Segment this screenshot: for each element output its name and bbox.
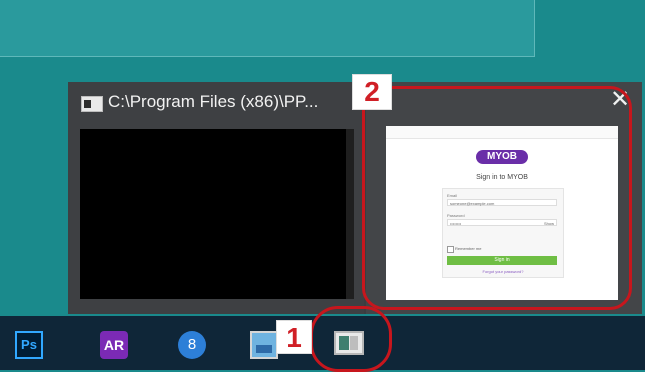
ar-app-icon[interactable]: AR [100, 331, 128, 359]
thumbnail-console-window[interactable]: C:\Program Files (x86)\PP... [68, 82, 364, 314]
highlight-ring-preview [362, 86, 632, 310]
highlight-ring-taskbar [310, 306, 392, 372]
annotation-badge-2: 2 [352, 74, 392, 110]
annotation-badge-1: 1 [276, 320, 312, 354]
photo-app-icon[interactable] [250, 331, 278, 359]
background-window [0, 0, 535, 57]
console-app-icon [81, 96, 103, 112]
console-preview [80, 129, 354, 299]
console-scrollbar [346, 129, 354, 299]
browser-icon[interactable]: 8 [178, 331, 206, 359]
photoshop-icon[interactable]: Ps [15, 331, 43, 359]
thumbnail-title-console: C:\Program Files (x86)\PP... [108, 92, 319, 111]
